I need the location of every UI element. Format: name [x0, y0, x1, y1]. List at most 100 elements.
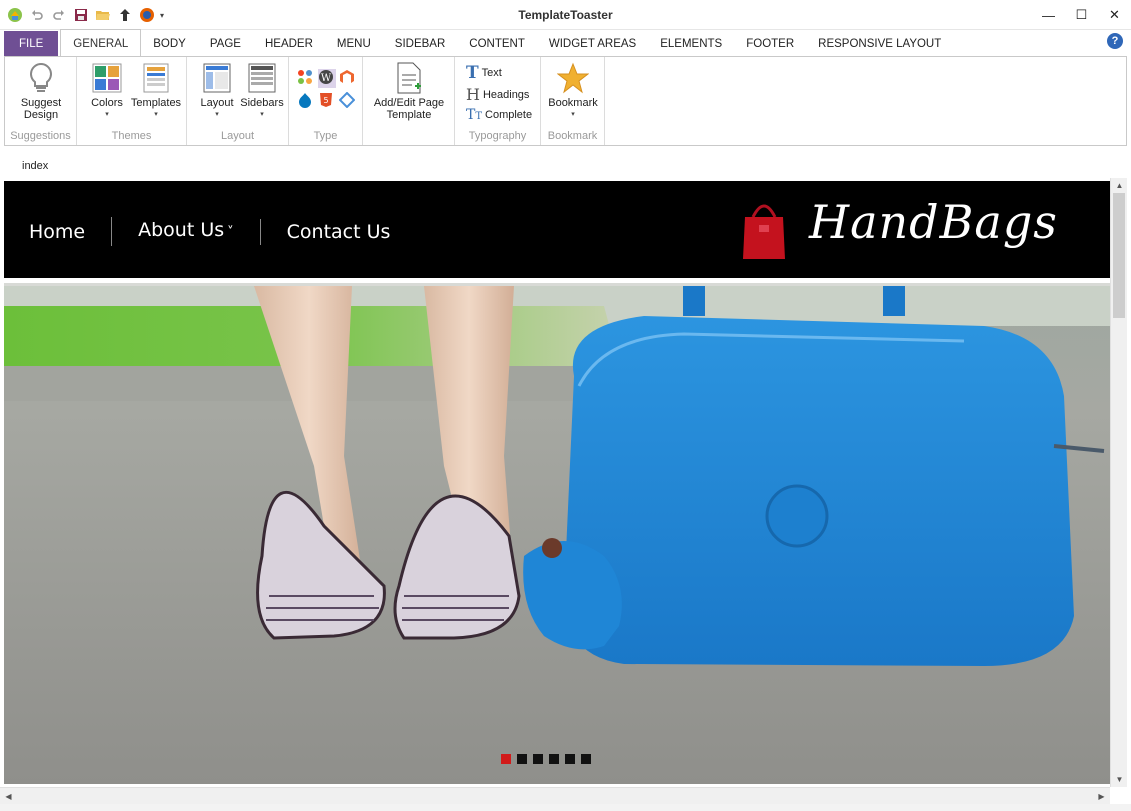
- group-label-type: Type: [313, 130, 338, 142]
- text-t-icon: T: [466, 63, 479, 83]
- magento-icon[interactable]: [339, 69, 357, 88]
- html5-icon[interactable]: 5: [318, 92, 336, 111]
- tab-elements[interactable]: ELEMENTS: [648, 31, 734, 57]
- page-template-label-1: Add/Edit Page: [373, 97, 445, 109]
- layout-button[interactable]: Layout ▾: [197, 61, 237, 119]
- group-label-layout: Layout: [220, 130, 255, 142]
- slider-dot[interactable]: [533, 754, 543, 764]
- maximize-button[interactable]: ☐: [1065, 0, 1098, 30]
- hero-slider-image: [4, 286, 1110, 784]
- sidebars-button[interactable]: Sidebars ▾: [239, 61, 285, 119]
- tab-header[interactable]: HEADER: [253, 31, 325, 57]
- tab-menu[interactable]: MENU: [325, 31, 383, 57]
- type-icons: W 5: [297, 69, 357, 111]
- colors-icon: [91, 61, 123, 95]
- vertical-scrollbar[interactable]: ▲ ▼: [1110, 178, 1127, 787]
- tab-page[interactable]: PAGE: [198, 31, 253, 57]
- complete-label: Complete: [485, 109, 533, 121]
- templates-icon: [140, 61, 172, 95]
- scroll-right-icon[interactable]: ▶: [1093, 789, 1110, 804]
- group-label-themes: Themes: [111, 130, 152, 142]
- scroll-down-icon[interactable]: ▼: [1111, 772, 1128, 787]
- page-template-label-2: Template: [386, 109, 432, 121]
- slider-dot[interactable]: [501, 754, 511, 764]
- complete-tt-icon: TT: [466, 107, 483, 123]
- svg-text:5: 5: [323, 96, 328, 105]
- site-logo: HandBags: [809, 195, 1058, 249]
- tab-file[interactable]: FILE: [4, 31, 59, 57]
- slider-dot[interactable]: [517, 754, 527, 764]
- blogger-icon[interactable]: [338, 91, 357, 111]
- page-add-icon: [393, 61, 425, 95]
- tab-widget-areas[interactable]: WIDGET AREAS: [537, 31, 648, 57]
- group-typography: T Text H Headings TT Complete Typography: [455, 57, 541, 145]
- menu-item-contact-us[interactable]: Contact Us: [259, 218, 417, 245]
- layout-dropdown-icon: ▾: [215, 111, 219, 118]
- vertical-scroll-thumb[interactable]: [1113, 193, 1125, 318]
- help-icon[interactable]: ?: [1107, 33, 1123, 49]
- tab-general[interactable]: GENERAL: [60, 29, 142, 57]
- tab-body[interactable]: BODY: [141, 31, 198, 57]
- group-page-template: Add/Edit Page Template: [363, 57, 455, 145]
- wordpress-icon[interactable]: W: [318, 69, 336, 88]
- headings-button[interactable]: H Headings: [466, 85, 529, 104]
- bookmark-dropdown-icon: ▾: [571, 111, 575, 118]
- suggest-label-1: Suggest: [20, 97, 62, 109]
- ribbon-panel: Suggest Design Suggestions Colors ▾ Temp…: [4, 56, 1127, 146]
- add-edit-page-template-button[interactable]: Add/Edit Page Template: [369, 61, 449, 121]
- close-button[interactable]: ✕: [1098, 0, 1131, 30]
- design-canvas: Home About Us ˅ Contact Us HandBags: [4, 181, 1110, 784]
- minimize-button[interactable]: —: [1032, 0, 1065, 30]
- headings-h-icon: H: [466, 85, 480, 104]
- star-icon: [557, 61, 589, 95]
- templates-button[interactable]: Templates ▾: [129, 61, 183, 119]
- sidebars-label: Sidebars: [240, 97, 284, 109]
- sidebars-dropdown-icon: ▾: [260, 111, 264, 118]
- text-label: Text: [481, 67, 502, 79]
- chevron-down-icon: ˅: [227, 225, 234, 240]
- colors-button[interactable]: Colors ▾: [89, 61, 125, 119]
- window-title: TemplateToaster: [518, 8, 613, 22]
- menu-item-home[interactable]: Home: [29, 219, 111, 245]
- group-themes: Colors ▾ Templates ▾ Themes: [77, 57, 187, 145]
- drupal-icon[interactable]: [297, 92, 315, 111]
- slider-dot[interactable]: [581, 754, 591, 764]
- group-label-suggestions: Suggestions: [10, 130, 71, 142]
- horizontal-scrollbar[interactable]: ◀ ▶: [0, 787, 1110, 804]
- colors-label: Colors: [91, 97, 123, 109]
- scroll-up-icon[interactable]: ▲: [1111, 178, 1128, 193]
- layout-label: Layout: [200, 97, 234, 109]
- document-tab-index[interactable]: index: [22, 160, 48, 172]
- handbag-logo-icon: [739, 195, 789, 264]
- suggest-label-2: Design: [23, 109, 59, 121]
- tab-sidebar[interactable]: SIDEBAR: [383, 31, 458, 57]
- bookmark-label: Bookmark: [548, 97, 598, 109]
- menu-item-about-us-label: About Us: [138, 219, 225, 241]
- suggest-design-button[interactable]: Suggest Design: [12, 61, 70, 121]
- title-bar: ▾ TemplateToaster — ☐ ✕: [0, 0, 1131, 30]
- ribbon-tabs: FILE GENERAL BODY PAGE HEADER MENU SIDEB…: [0, 29, 1131, 57]
- bookmark-button[interactable]: Bookmark ▾: [545, 61, 601, 119]
- tab-content[interactable]: CONTENT: [457, 31, 537, 57]
- templates-label: Templates: [130, 97, 182, 109]
- group-label-typography: Typography: [468, 130, 527, 142]
- slider-dot[interactable]: [549, 754, 559, 764]
- group-bookmark: Bookmark ▾ Bookmark: [541, 57, 605, 145]
- scroll-left-icon[interactable]: ◀: [0, 789, 17, 804]
- tab-responsive-layout[interactable]: RESPONSIVE LAYOUT: [806, 31, 953, 57]
- text-button[interactable]: T Text: [466, 63, 502, 83]
- sidebars-icon: [246, 61, 278, 95]
- tab-footer[interactable]: FOOTER: [734, 31, 806, 57]
- svg-text:W: W: [321, 73, 332, 84]
- group-type: W 5 Type: [289, 57, 363, 145]
- joomla-icon[interactable]: [297, 69, 315, 88]
- group-layout: Layout ▾ Sidebars ▾ Layout: [187, 57, 289, 145]
- layout-icon: [201, 61, 233, 95]
- complete-button[interactable]: TT Complete: [466, 107, 532, 123]
- site-menu: Home About Us ˅ Contact Us: [29, 217, 416, 246]
- group-label-bookmark: Bookmark: [547, 130, 598, 142]
- window-controls: — ☐ ✕: [1032, 0, 1131, 30]
- slider-dot[interactable]: [565, 754, 575, 764]
- site-header: Home About Us ˅ Contact Us HandBags: [4, 181, 1110, 278]
- menu-item-about-us[interactable]: About Us ˅: [111, 217, 260, 246]
